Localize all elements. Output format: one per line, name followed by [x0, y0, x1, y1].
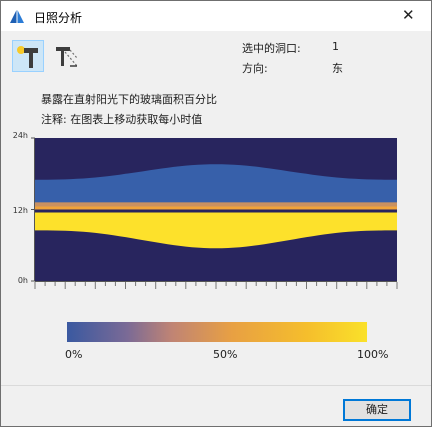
- color-scale-min-label: 0%: [65, 348, 83, 361]
- ok-button[interactable]: 确定: [343, 399, 411, 421]
- footer-divider: [1, 385, 431, 386]
- color-scale-mid-label: 50%: [213, 348, 238, 361]
- heatmap-band-1: [35, 206, 397, 210]
- sun-analysis-dialog: 日照分析 ✕ 选中的洞口: 1 方向: 东 暴露在直射阳光下的玻璃面积百分比 注…: [0, 0, 432, 427]
- sunlight-heatmap-chart[interactable]: [1, 1, 431, 301]
- heatmap-band-transition: [35, 202, 397, 207]
- color-scale-max-label: 100%: [357, 348, 389, 361]
- color-scale-bar: [67, 322, 367, 342]
